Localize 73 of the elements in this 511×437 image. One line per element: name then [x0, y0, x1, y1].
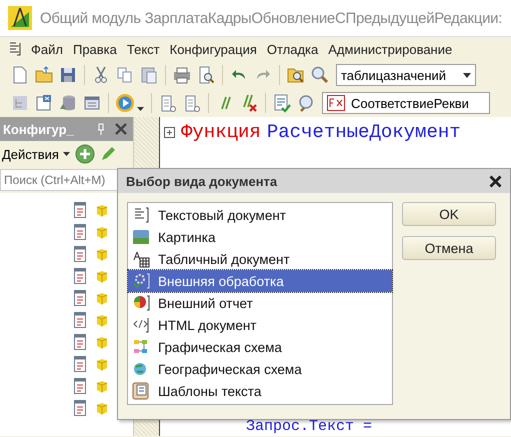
list-item[interactable]: HTML документ	[128, 314, 392, 336]
window-title: Общий модуль ЗарплатаКадрыОбновлениеСПредыдущейРедакции:	[40, 10, 502, 26]
close-icon[interactable]	[489, 174, 502, 188]
function-name: РасчетныеДокумент	[266, 121, 461, 143]
list-item[interactable]: Географическая схема	[128, 358, 392, 380]
list-item[interactable]: Внешняя обработка	[128, 270, 392, 292]
list-item[interactable]: Шаблоны текста	[128, 380, 392, 402]
module-icon[interactable]	[74, 400, 86, 416]
text-document-icon	[132, 206, 150, 224]
menu-item[interactable]: Файл	[26, 42, 68, 56]
menu-item[interactable]: Правка	[68, 42, 122, 56]
cube-icon	[96, 380, 108, 392]
dropdown-arrow-icon[interactable]	[62, 152, 70, 156]
processing-document-icon	[132, 272, 150, 290]
cube-icon	[96, 314, 108, 326]
module-icon[interactable]	[74, 290, 86, 306]
menu-item[interactable]: Текст	[122, 42, 165, 56]
picture-document-icon	[132, 228, 150, 246]
checklist-icon[interactable]	[272, 93, 292, 113]
tree-icon[interactable]	[10, 93, 30, 113]
window-icon[interactable]	[34, 93, 54, 113]
database-icon[interactable]	[58, 93, 78, 113]
pencil-icon[interactable]	[100, 146, 116, 162]
graphic-document-icon	[132, 338, 150, 356]
actions-menu[interactable]: Действия	[2, 146, 70, 162]
module-icon[interactable]	[74, 334, 86, 350]
list-item[interactable]: Внешний отчет	[128, 292, 392, 314]
printer-icon[interactable]	[172, 65, 192, 85]
dialog-button[interactable]: OK	[402, 202, 496, 226]
template-document-icon	[132, 382, 150, 400]
cube-icon	[96, 226, 108, 238]
function-icon	[327, 95, 345, 111]
cube-icon	[96, 204, 108, 216]
menu-document-icon[interactable]	[8, 42, 22, 56]
module-icon[interactable]	[74, 246, 86, 262]
panel-title: Конфигур_	[3, 122, 75, 136]
cube-icon	[96, 292, 108, 304]
module-icon[interactable]	[74, 312, 86, 328]
cube-icon	[96, 358, 108, 370]
code-line: Запрос.Текст =	[246, 419, 372, 434]
code-keyword: Функция	[181, 121, 261, 143]
expand-icon[interactable]	[164, 126, 175, 138]
list-item[interactable]: Текстовый документ	[128, 204, 392, 226]
cube-icon	[96, 402, 108, 414]
list-item[interactable]: Графическая схема	[128, 336, 392, 358]
list-item[interactable]: Картинка	[128, 226, 392, 248]
cube-icon	[96, 270, 108, 282]
method-combo[interactable]: СоответствиеРекви	[322, 92, 490, 114]
search-icon[interactable]	[310, 65, 330, 85]
app-logo-icon	[8, 6, 32, 30]
dropdown-arrow-icon[interactable]	[463, 72, 471, 78]
module-icon[interactable]	[74, 224, 86, 240]
add-icon[interactable]	[74, 144, 95, 164]
cube-icon	[96, 248, 108, 260]
folder-icon[interactable]	[34, 65, 54, 85]
module-icon[interactable]	[74, 356, 86, 372]
cube-icon	[96, 336, 108, 348]
paste-icon[interactable]	[139, 65, 159, 85]
module-icon[interactable]	[74, 268, 86, 284]
module-icon[interactable]	[74, 378, 86, 394]
menu-item[interactable]: Отладка	[262, 42, 324, 56]
html-document-icon	[132, 316, 150, 334]
module-icon[interactable]	[74, 202, 86, 218]
search-combo[interactable]: таблицазначений	[336, 64, 476, 86]
play-icon[interactable]	[115, 93, 145, 113]
spreadsheet-document-icon	[132, 250, 150, 268]
menu-item[interactable]: Администрирование	[323, 42, 458, 56]
save-icon[interactable]	[58, 65, 78, 85]
list-item[interactable]: Табличный документ	[128, 248, 392, 270]
report-document-icon	[132, 294, 150, 312]
pin-icon[interactable]	[97, 123, 105, 135]
dialog-button[interactable]: Отмена	[402, 236, 496, 260]
menu-item[interactable]: Конфигурация	[164, 42, 262, 56]
